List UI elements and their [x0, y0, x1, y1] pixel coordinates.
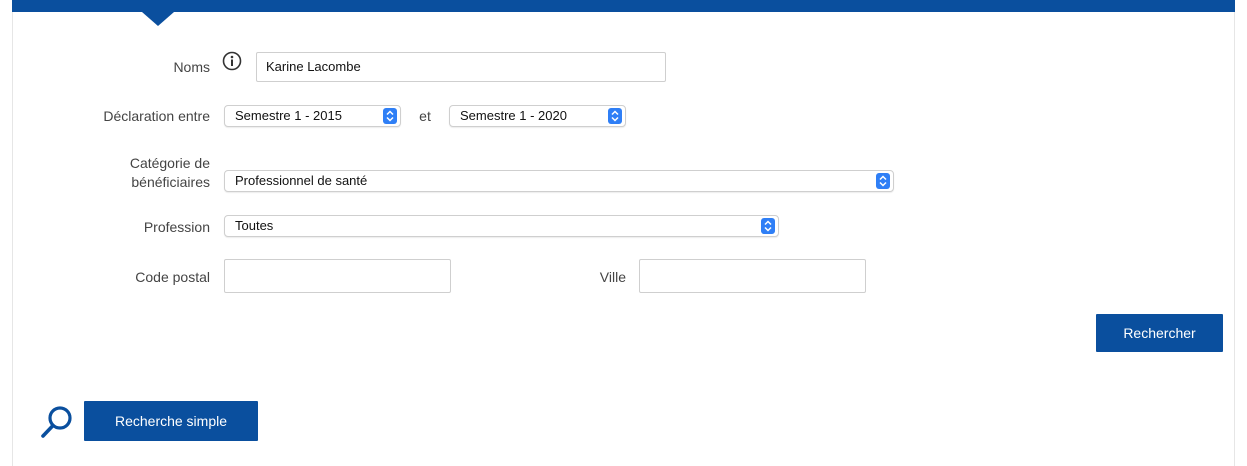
info-icon[interactable] — [222, 51, 242, 71]
categorie-value: Professionnel de santé — [235, 173, 368, 188]
ville-input[interactable] — [639, 259, 866, 293]
profession-value: Toutes — [235, 218, 274, 233]
rechercher-button[interactable]: Rechercher — [1096, 314, 1223, 352]
categorie-label-line2: bénéficiaires — [131, 174, 210, 190]
header-notch — [142, 12, 174, 26]
chevron-updown-icon — [761, 218, 775, 234]
declaration-from-select[interactable]: Semestre 1 - 2015 — [224, 105, 401, 127]
chevron-updown-icon — [383, 108, 397, 124]
declaration-label: Déclaration entre — [103, 108, 210, 124]
ville-label: Ville — [599, 269, 626, 285]
profession-label: Profession — [143, 219, 210, 235]
profession-select[interactable]: Toutes — [224, 215, 779, 237]
search-icon[interactable] — [40, 404, 74, 440]
declaration-to-select[interactable]: Semestre 1 - 2020 — [449, 105, 626, 127]
chevron-updown-icon — [876, 173, 890, 189]
code-postal-input[interactable] — [224, 259, 451, 293]
noms-input[interactable]: Karine Lacombe — [256, 52, 666, 82]
categorie-select[interactable]: Professionnel de santé — [224, 170, 894, 192]
categorie-label-line1: Catégorie de — [129, 155, 210, 171]
code-postal-label: Code postal — [135, 269, 210, 285]
declaration-to-value: Semestre 1 - 2020 — [460, 108, 567, 123]
declaration-from-value: Semestre 1 - 2015 — [235, 108, 342, 123]
noms-label: Noms — [173, 59, 210, 75]
chevron-updown-icon — [608, 108, 622, 124]
recherche-simple-button[interactable]: Recherche simple — [84, 401, 258, 441]
declaration-separator: et — [419, 108, 431, 124]
header-bar — [12, 0, 1235, 12]
